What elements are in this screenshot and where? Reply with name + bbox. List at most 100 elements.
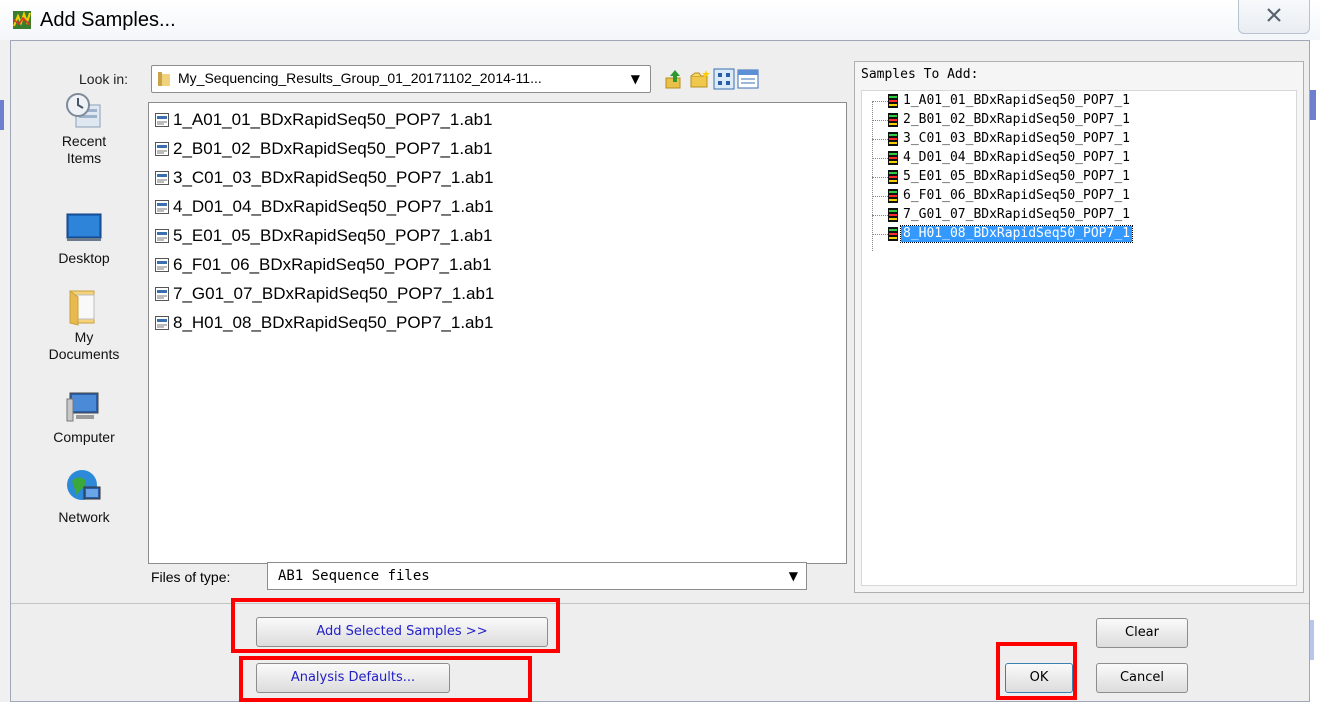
place-my-documents[interactable]: My Documents bbox=[29, 287, 139, 363]
list-view-icon[interactable] bbox=[713, 68, 735, 90]
place-label: Computer bbox=[53, 429, 115, 445]
place-recent-items[interactable]: Recent Items bbox=[29, 91, 139, 167]
ab1-file-icon bbox=[155, 113, 169, 127]
details-view-icon[interactable] bbox=[737, 68, 759, 90]
add-selected-samples-button[interactable]: Add Selected Samples >> bbox=[256, 617, 548, 647]
file-list-item[interactable]: 1_A01_01_BDxRapidSeq50_POP7_1.ab1 bbox=[155, 108, 492, 132]
place-label: Recent bbox=[61, 133, 107, 149]
ab1-file-icon bbox=[155, 316, 169, 330]
tree-connector bbox=[872, 119, 888, 121]
close-button[interactable] bbox=[1238, 0, 1310, 34]
file-list-item[interactable]: 4_D01_04_BDxRapidSeq50_POP7_1.ab1 bbox=[155, 195, 493, 219]
window-title: Add Samples... bbox=[40, 9, 176, 31]
sequence-sample-icon bbox=[888, 151, 898, 165]
sample-tree-item[interactable]: 5_E01_05_BDxRapidSeq50_POP7_1 bbox=[872, 169, 1132, 185]
cancel-button[interactable]: Cancel bbox=[1096, 663, 1188, 693]
look-in-value: My_Sequencing_Results_Group_01_20171102_… bbox=[178, 70, 542, 86]
sample-tree-item[interactable]: 4_D01_04_BDxRapidSeq50_POP7_1 bbox=[872, 150, 1132, 166]
sequence-sample-icon bbox=[888, 208, 898, 222]
sequence-sample-icon bbox=[888, 170, 898, 184]
ab1-file-icon bbox=[155, 171, 169, 185]
ab1-file-icon bbox=[155, 287, 169, 301]
folder-icon bbox=[158, 72, 170, 86]
file-list-item[interactable]: 6_F01_06_BDxRapidSeq50_POP7_1.ab1 bbox=[155, 253, 492, 277]
sample-tree-item[interactable]: 3_C01_03_BDxRapidSeq50_POP7_1 bbox=[872, 131, 1132, 147]
my-documents-icon bbox=[69, 290, 95, 326]
file-name: 1_A01_01_BDxRapidSeq50_POP7_1.ab1 bbox=[173, 110, 493, 129]
tree-connector bbox=[872, 233, 888, 235]
place-label: Desktop bbox=[58, 250, 110, 266]
ab1-file-icon bbox=[155, 200, 169, 214]
network-icon bbox=[67, 470, 101, 500]
file-name: 7_G01_07_BDxRapidSeq50_POP7_1.ab1 bbox=[173, 284, 495, 303]
file-list-item[interactable]: 3_C01_03_BDxRapidSeq50_POP7_1.ab1 bbox=[155, 166, 493, 190]
background-window-edge bbox=[0, 100, 4, 130]
window-left-edge bbox=[0, 40, 10, 702]
sample-tree-item[interactable]: 6_F01_06_BDxRapidSeq50_POP7_1 bbox=[872, 188, 1132, 204]
sample-tree-item[interactable]: 8_H01_08_BDxRapidSeq50_POP7_1 bbox=[872, 225, 1133, 243]
files-of-type-value: AB1 Sequence files bbox=[278, 568, 430, 584]
file-list-item[interactable]: 8_H01_08_BDxRapidSeq50_POP7_1.ab1 bbox=[155, 311, 493, 335]
file-list-item[interactable]: 7_G01_07_BDxRapidSeq50_POP7_1.ab1 bbox=[155, 282, 494, 306]
tree-connector bbox=[872, 214, 888, 216]
place-network[interactable]: Network bbox=[29, 467, 139, 526]
sample-tree-item[interactable]: 2_B01_02_BDxRapidSeq50_POP7_1 bbox=[872, 112, 1132, 128]
place-desktop[interactable]: Desktop bbox=[29, 208, 139, 267]
look-in-label: Look in: bbox=[79, 71, 129, 87]
close-x-icon bbox=[1267, 8, 1281, 22]
sample-tree-item[interactable]: 1_A01_01_BDxRapidSeq50_POP7_1 bbox=[872, 93, 1132, 109]
up-one-level-icon[interactable] bbox=[663, 68, 685, 90]
tree-connector bbox=[872, 176, 888, 178]
clear-button[interactable]: Clear bbox=[1096, 618, 1188, 648]
app-icon bbox=[13, 11, 31, 29]
sequence-sample-icon bbox=[888, 227, 898, 241]
ok-button[interactable]: OK bbox=[1005, 663, 1073, 693]
ab1-file-icon bbox=[155, 142, 169, 156]
file-name: 6_F01_06_BDxRapidSeq50_POP7_1.ab1 bbox=[173, 255, 492, 274]
samples-to-add-panel: Samples To Add: 1_A01_01_BDxRapidSeq50_P… bbox=[854, 61, 1304, 593]
file-name: 2_B01_02_BDxRapidSeq50_POP7_1.ab1 bbox=[173, 139, 493, 158]
add-samples-dialog: Look in: My_Sequencing_Results_Group_01_… bbox=[10, 40, 1310, 702]
separator bbox=[11, 603, 1309, 604]
sample-name: 2_B01_02_BDxRapidSeq50_POP7_1 bbox=[903, 112, 1130, 127]
sample-name: 3_C01_03_BDxRapidSeq50_POP7_1 bbox=[903, 131, 1130, 146]
samples-tree[interactable]: 1_A01_01_BDxRapidSeq50_POP7_1 2_B01_02_BD… bbox=[861, 90, 1297, 586]
file-list-item[interactable]: 5_E01_05_BDxRapidSeq50_POP7_1.ab1 bbox=[155, 224, 492, 248]
tree-connector bbox=[872, 195, 888, 197]
file-name: 3_C01_03_BDxRapidSeq50_POP7_1.ab1 bbox=[173, 168, 494, 187]
look-in-dropdown[interactable]: My_Sequencing_Results_Group_01_20171102_… bbox=[151, 65, 651, 93]
chevron-down-icon: ▼ bbox=[630, 72, 640, 86]
chevron-down-icon: ▼ bbox=[788, 569, 798, 583]
sample-name: 4_D01_04_BDxRapidSeq50_POP7_1 bbox=[903, 150, 1130, 165]
sample-name: 8_H01_08_BDxRapidSeq50_POP7_1 bbox=[900, 225, 1133, 243]
sample-name: 5_E01_05_BDxRapidSeq50_POP7_1 bbox=[903, 169, 1130, 184]
sequence-sample-icon bbox=[888, 132, 898, 146]
sample-name: 1_A01_01_BDxRapidSeq50_POP7_1 bbox=[903, 93, 1130, 108]
sample-name: 7_G01_07_BDxRapidSeq50_POP7_1 bbox=[903, 207, 1130, 222]
sequence-sample-icon bbox=[888, 94, 898, 108]
tree-connector bbox=[872, 100, 888, 102]
samples-to-add-title: Samples To Add: bbox=[861, 67, 979, 82]
files-of-type-dropdown[interactable]: AB1 Sequence files ▼ bbox=[267, 562, 807, 590]
tree-connector bbox=[872, 138, 888, 140]
computer-icon bbox=[66, 392, 99, 422]
analysis-defaults-button[interactable]: Analysis Defaults... bbox=[256, 663, 450, 693]
background-window-edge bbox=[1310, 90, 1316, 120]
place-label: Items bbox=[66, 150, 102, 166]
new-folder-icon[interactable] bbox=[689, 68, 711, 90]
ab1-file-icon bbox=[155, 229, 169, 243]
place-label: My bbox=[74, 329, 94, 345]
ab1-file-icon bbox=[155, 258, 169, 272]
place-label: Network bbox=[58, 509, 110, 525]
file-list-item[interactable]: 2_B01_02_BDxRapidSeq50_POP7_1.ab1 bbox=[155, 137, 492, 161]
background-window-edge bbox=[1310, 620, 1314, 660]
files-of-type-label: Files of type: bbox=[151, 569, 231, 585]
place-label: Documents bbox=[48, 346, 120, 362]
place-computer[interactable]: Computer bbox=[29, 387, 139, 446]
desktop-icon bbox=[66, 213, 102, 241]
sample-tree-item[interactable]: 7_G01_07_BDxRapidSeq50_POP7_1 bbox=[872, 207, 1132, 223]
title-bar: Add Samples... bbox=[0, 0, 1320, 40]
file-name: 4_D01_04_BDxRapidSeq50_POP7_1.ab1 bbox=[173, 197, 494, 216]
file-name: 5_E01_05_BDxRapidSeq50_POP7_1.ab1 bbox=[173, 226, 493, 245]
file-list[interactable]: 1_A01_01_BDxRapidSeq50_POP7_1.ab1 2_B01_0… bbox=[148, 102, 847, 564]
